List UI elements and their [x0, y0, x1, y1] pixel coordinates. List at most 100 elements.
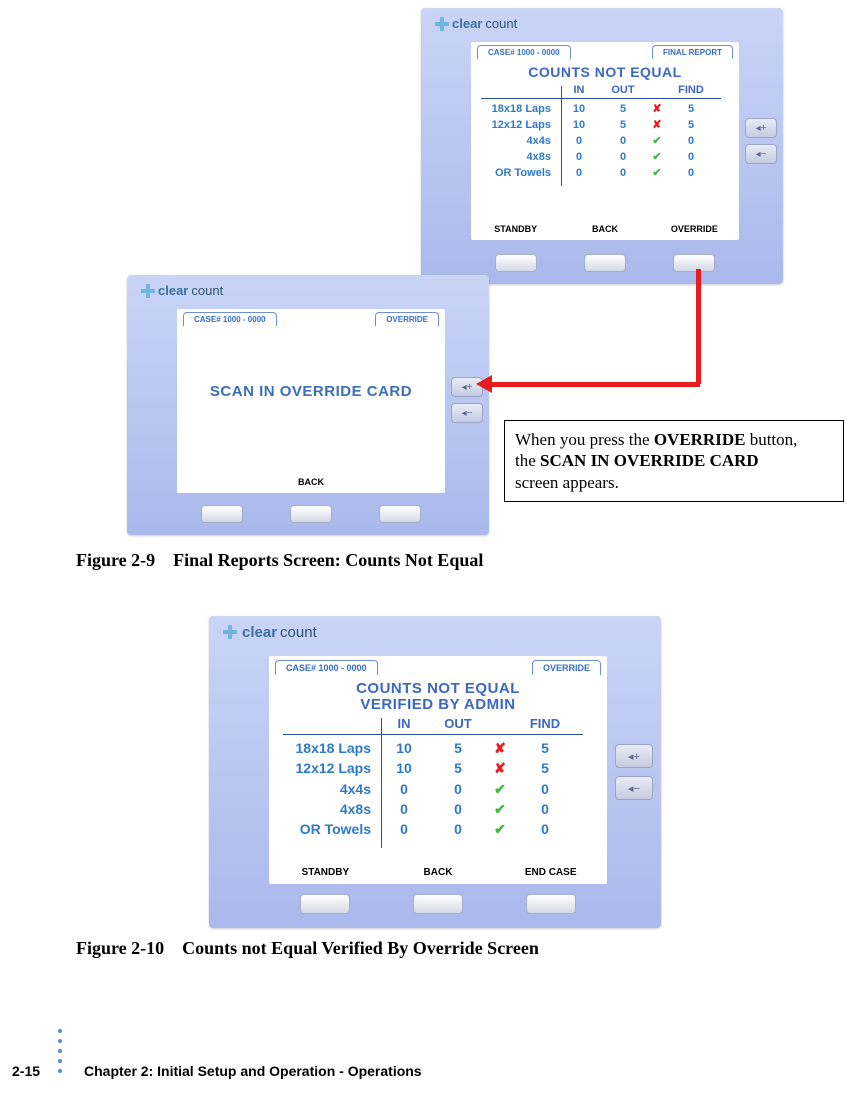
table-row: 4x8s00✔0	[269, 799, 607, 819]
scan-prompt: SCAN IN OVERRIDE CARD	[177, 383, 445, 400]
x-icon: ✘	[645, 102, 669, 118]
standby-label: STANDBY	[269, 867, 382, 878]
brand-clear: clear	[242, 624, 277, 641]
volume-down-button[interactable]: ◂−	[615, 776, 653, 800]
annotation-arrow-vertical	[696, 269, 701, 384]
find-count: 5	[515, 738, 575, 758]
find-count: 0	[515, 819, 575, 839]
logo-cross-icon	[141, 284, 155, 298]
check-icon: ✔	[485, 779, 515, 799]
override-button[interactable]	[673, 254, 715, 272]
override-tab[interactable]: OVERRIDE	[532, 660, 601, 675]
in-count: 10	[377, 758, 431, 778]
out-count: 0	[431, 779, 485, 799]
check-icon: ✔	[645, 134, 669, 150]
case-tab[interactable]: CASE# 1000 - 0000	[275, 660, 378, 675]
find-count: 0	[669, 134, 713, 150]
override-label: OVERRIDE	[650, 224, 739, 234]
check-icon: ✔	[485, 799, 515, 819]
item-name: 12x12 Laps	[269, 758, 377, 778]
out-count: 0	[601, 134, 645, 150]
out-count: 5	[601, 118, 645, 134]
x-icon: ✘	[485, 758, 515, 778]
item-name: 12x12 Laps	[471, 118, 557, 134]
in-count: 10	[557, 118, 601, 134]
table-row: OR Towels00✔0	[269, 819, 607, 839]
right-soft-button[interactable]	[379, 505, 421, 523]
in-count: 10	[377, 738, 431, 758]
figure-caption-2: Figure 2-10Counts not Equal Verified By …	[76, 938, 539, 959]
callout-text: the	[515, 451, 540, 470]
case-tab[interactable]: CASE# 1000 - 0000	[477, 45, 571, 59]
volume-down-button[interactable]: ◂−	[451, 403, 483, 423]
item-name: OR Towels	[471, 166, 557, 182]
side-buttons: ◂+ ◂−	[745, 118, 777, 164]
table-row: 4x4s00✔0	[471, 134, 739, 150]
item-name: 4x4s	[269, 779, 377, 799]
volume-up-button[interactable]: ◂+	[745, 118, 777, 138]
figure-caption-1: Figure 2-9Final Reports Screen: Counts N…	[76, 550, 483, 571]
final-report-tab[interactable]: FINAL REPORT	[652, 45, 733, 59]
back-button[interactable]	[584, 254, 626, 272]
find-count: 0	[515, 799, 575, 819]
find-count: 0	[669, 166, 713, 182]
in-count: 0	[377, 819, 431, 839]
brand-logo: clearcount	[141, 283, 223, 298]
volume-up-button[interactable]: ◂+	[615, 744, 653, 768]
callout-text: When you press the	[515, 430, 654, 449]
brand-logo: clearcount	[435, 16, 517, 31]
x-icon: ✘	[485, 738, 515, 758]
x-icon: ✘	[645, 118, 669, 134]
volume-down-button[interactable]: ◂−	[745, 144, 777, 164]
callout-text: screen appears.	[515, 473, 619, 492]
col-out: OUT	[601, 84, 645, 96]
device-scan-override: clearcount ◂+ ◂− CASE# 1000 - 0000 OVERR…	[127, 275, 489, 535]
item-name: OR Towels	[269, 819, 377, 839]
back-label: BACK	[266, 477, 355, 487]
item-name: 4x4s	[471, 134, 557, 150]
callout-bold-scan: SCAN IN OVERRIDE CARD	[540, 451, 759, 470]
check-icon: ✔	[645, 166, 669, 182]
logo-cross-icon	[223, 625, 239, 641]
standby-label: STANDBY	[471, 224, 560, 234]
brand-count: count	[485, 16, 517, 31]
figure-title: Final Reports Screen: Counts Not Equal	[173, 550, 483, 570]
screen-area: CASE# 1000 - 0000 FINAL REPORT COUNTS NO…	[471, 42, 739, 240]
callout-text: button,	[745, 430, 797, 449]
out-count: 0	[431, 799, 485, 819]
decorative-dots	[58, 1029, 62, 1073]
find-count: 5	[669, 102, 713, 118]
check-icon: ✔	[485, 819, 515, 839]
find-count: 5	[515, 758, 575, 778]
out-count: 0	[601, 150, 645, 166]
check-icon: ✔	[645, 150, 669, 166]
screen-title: COUNTS NOT EQUAL	[471, 64, 739, 80]
left-soft-button[interactable]	[201, 505, 243, 523]
brand-clear: clear	[452, 16, 482, 31]
screen-title-line2: VERIFIED BY ADMIN	[269, 696, 607, 713]
table-row: 4x4s00✔0	[269, 779, 607, 799]
in-count: 0	[377, 799, 431, 819]
standby-button[interactable]	[495, 254, 537, 272]
col-in: IN	[557, 84, 601, 96]
standby-button[interactable]	[300, 894, 350, 914]
end-case-button[interactable]	[526, 894, 576, 914]
brand-count: count	[280, 624, 317, 641]
case-tab[interactable]: CASE# 1000 - 0000	[183, 312, 277, 326]
in-count: 0	[557, 150, 601, 166]
back-button[interactable]	[413, 894, 463, 914]
col-find: FIND	[669, 84, 713, 96]
override-tab[interactable]: OVERRIDE	[375, 312, 439, 326]
page-number: 2-15	[12, 1063, 40, 1079]
figure-number: Figure 2-10	[76, 938, 164, 958]
document-page: clearcount ◂+ ◂− CASE# 1000 - 0000 FINAL…	[0, 0, 847, 1095]
find-count: 5	[669, 118, 713, 134]
col-find: FIND	[515, 716, 575, 731]
find-count: 0	[515, 779, 575, 799]
out-count: 5	[431, 738, 485, 758]
chapter-title: Chapter 2: Initial Setup and Operation -…	[84, 1063, 422, 1079]
back-label: BACK	[560, 224, 649, 234]
logo-cross-icon	[435, 17, 449, 31]
back-button[interactable]	[290, 505, 332, 523]
in-count: 10	[557, 102, 601, 118]
